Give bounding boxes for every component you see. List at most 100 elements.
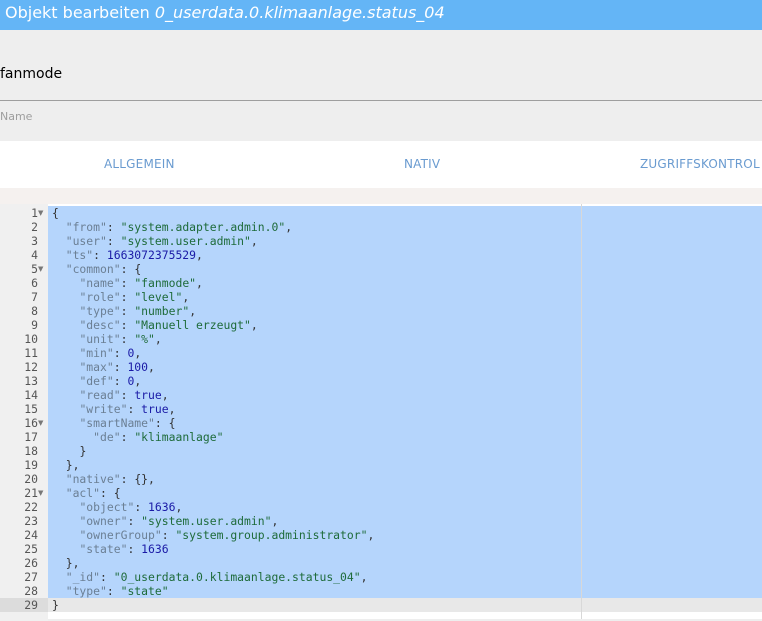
code-line-text: "user": "system.user.admin", <box>65 234 258 248</box>
line-number-text: 22 <box>24 500 38 514</box>
code-area[interactable]: { "from": "system.adapter.admin.0", "use… <box>48 204 762 621</box>
print-margin <box>581 204 582 619</box>
line-number: 11 <box>0 346 48 360</box>
code-line: "object": 1636, <box>48 500 762 514</box>
code-line-text: "min": 0, <box>79 346 142 360</box>
code-line: "ownerGroup": "system.group.administrato… <box>48 528 762 542</box>
fold-toggle-icon[interactable]: ▼ <box>38 486 43 500</box>
code-line: "from": "system.adapter.admin.0", <box>48 220 762 234</box>
line-number-text: 25 <box>24 542 38 556</box>
line-number: 13 <box>0 374 48 388</box>
code-line-text: "ts": 1663072375529, <box>65 248 203 262</box>
line-number: 27 <box>0 570 48 584</box>
spacer <box>0 188 762 204</box>
code-line-text: "_id": "0_userdata.0.klimaanlage.status_… <box>65 570 368 584</box>
code-line-text: "def": 0, <box>79 374 142 388</box>
line-number-gutter: 1 ▼ 2 3 4 5 ▼ 6 7 8 9 10 11 12 13 14 15 16 ▼ 17 18 19 20 21 ▼ 22 2… <box>0 204 48 621</box>
fold-toggle-icon[interactable]: ▼ <box>38 206 43 220</box>
code-line-text: "role": "level", <box>79 290 190 304</box>
code-line: "type": "state" <box>48 584 762 598</box>
line-number-text: 8 <box>31 304 38 318</box>
tab-bar: ALLGEMEIN NATIV ZUGRIFFSKONTROL <box>0 141 762 188</box>
code-line: "name": "fanmode", <box>48 276 762 290</box>
code-line: { <box>48 206 762 220</box>
line-number-text: 5 <box>31 262 38 276</box>
line-number-text: 12 <box>24 360 38 374</box>
code-line-text: "type": "state" <box>65 584 169 598</box>
line-number-text: 13 <box>24 374 38 388</box>
code-line-text: "unit": "%", <box>79 332 162 346</box>
code-line-text: } <box>79 444 87 458</box>
line-number: 17 <box>0 430 48 444</box>
line-number: 24 <box>0 528 48 542</box>
code-line-text: "type": "number", <box>79 304 197 318</box>
line-number: 7 <box>0 290 48 304</box>
dialog-title-bar: Objekt bearbeiten 0_userdata.0.klimaanla… <box>0 0 762 30</box>
code-line-text: "from": "system.adapter.admin.0", <box>65 220 293 234</box>
line-number-text: 3 <box>31 234 38 248</box>
fold-toggle-icon[interactable]: ▼ <box>38 416 43 430</box>
name-input[interactable] <box>0 66 740 82</box>
code-line: "de": "klimaanlage" <box>48 430 762 444</box>
code-line: "state": 1636 <box>48 542 762 556</box>
line-number: 19 <box>0 458 48 472</box>
line-number-text: 29 <box>0 598 48 612</box>
line-number-text: 23 <box>24 514 38 528</box>
line-number-text: 24 <box>24 528 38 542</box>
code-line: "acl": { <box>48 486 762 500</box>
line-number: 1 ▼ <box>0 206 48 220</box>
code-line: "read": true, <box>48 388 762 402</box>
code-line-text: }, <box>65 556 80 570</box>
line-number-text: 18 <box>24 444 38 458</box>
code-line-text: "de": "klimaanlage" <box>93 430 224 444</box>
code-line: "common": { <box>48 262 762 276</box>
line-number: 10 <box>0 332 48 346</box>
tab-allgemein[interactable]: ALLGEMEIN <box>104 157 175 171</box>
line-number-text: 19 <box>24 458 38 472</box>
line-number: 16 ▼ <box>0 416 48 430</box>
code-line: "write": true, <box>48 402 762 416</box>
code-line: "user": "system.user.admin", <box>48 234 762 248</box>
code-line: "desc": "Manuell erzeugt", <box>48 318 762 332</box>
line-number-text: 10 <box>24 332 38 346</box>
line-number-text: 4 <box>31 248 38 262</box>
object-id: 0_userdata.0.klimaanlage.status_04 <box>154 3 445 22</box>
line-number: 2 <box>0 220 48 234</box>
code-line-text: "owner": "system.user.admin", <box>79 514 279 528</box>
code-line: "native": {}, <box>48 472 762 486</box>
code-line-text: }, <box>65 458 80 472</box>
tab-nativ[interactable]: NATIV <box>404 157 440 171</box>
line-number-text: 21 <box>24 486 38 500</box>
code-line: } <box>48 444 762 458</box>
json-editor[interactable]: 1 ▼ 2 3 4 5 ▼ 6 7 8 9 10 11 12 13 14 15 16 ▼ 17 18 19 20 21 ▼ 22 2… <box>0 204 762 621</box>
code-line: "unit": "%", <box>48 332 762 346</box>
line-number: 8 <box>0 304 48 318</box>
code-line-text: "smartName": { <box>79 416 176 430</box>
code-line: "min": 0, <box>48 346 762 360</box>
line-number: 21 ▼ <box>0 486 48 500</box>
fold-toggle-icon[interactable]: ▼ <box>38 262 43 276</box>
line-number-text: 9 <box>31 318 38 332</box>
line-number-text: 20 <box>24 472 38 486</box>
line-number-text: 1 <box>31 206 38 220</box>
line-number: 6 <box>0 276 48 290</box>
code-line-text: "max": 100, <box>79 360 155 374</box>
line-number: 4 <box>0 248 48 262</box>
line-number-text: 11 <box>24 346 38 360</box>
line-number: 23 <box>0 514 48 528</box>
line-number-text: 17 <box>24 430 38 444</box>
code-line: "def": 0, <box>48 374 762 388</box>
code-line-text: "common": { <box>65 262 142 276</box>
code-line-text: "object": 1636, <box>79 500 183 514</box>
code-line: "owner": "system.user.admin", <box>48 514 762 528</box>
code-line-text: "native": {}, <box>65 472 155 486</box>
line-number-text: 7 <box>31 290 38 304</box>
name-field[interactable] <box>0 60 762 101</box>
line-number-text: 27 <box>24 570 38 584</box>
line-number: 28 <box>0 584 48 598</box>
line-number-text: 2 <box>31 220 38 234</box>
code-line-text: "read": true, <box>79 388 169 402</box>
tab-zugriffskontrolle[interactable]: ZUGRIFFSKONTROL <box>640 157 760 171</box>
code-line-text: "write": true, <box>79 402 176 416</box>
name-field-label: Name <box>0 110 33 123</box>
